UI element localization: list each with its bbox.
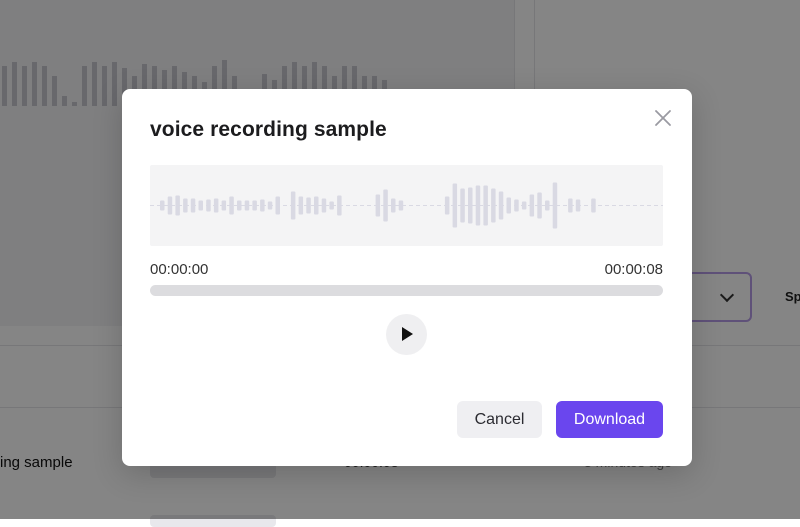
waveform-bar <box>167 196 173 215</box>
total-time: 00:00:08 <box>604 261 663 278</box>
waveform-bar <box>468 187 473 224</box>
waveform-bar <box>452 183 458 228</box>
waveform-bar <box>298 196 304 215</box>
waveform-bar <box>337 195 342 216</box>
waveform-bar <box>206 199 211 212</box>
waveform-bar <box>591 198 596 213</box>
waveform-bar <box>252 200 257 211</box>
waveform-bar <box>383 189 388 222</box>
waveform-bar <box>498 191 504 220</box>
waveform-bar <box>321 198 327 213</box>
waveform-bar <box>444 196 450 215</box>
waveform-bar <box>514 199 519 212</box>
waveform-bar <box>244 200 250 211</box>
download-button[interactable]: Download <box>556 401 663 438</box>
waveform-bar <box>175 195 180 216</box>
waveform-bar <box>552 182 558 229</box>
waveform-bar <box>221 200 227 211</box>
waveform-bar <box>460 188 465 223</box>
download-dialog: voice recording sample 00:00:00 00:00:08… <box>122 89 692 466</box>
waveform-bar <box>506 197 511 214</box>
waveform-bar <box>391 198 396 213</box>
waveform-bar <box>229 196 234 215</box>
waveform-bar <box>575 199 581 212</box>
dialog-title: voice recording sample <box>150 118 387 141</box>
waveform-bar <box>475 185 481 226</box>
waveform-bar <box>329 201 334 210</box>
waveform-bar <box>491 188 496 223</box>
playback-progress-bar[interactable] <box>150 285 663 296</box>
waveform-bar <box>521 201 527 210</box>
waveform-bar <box>183 198 188 213</box>
waveform-bar <box>375 194 381 217</box>
waveform-bar <box>237 200 242 211</box>
waveform-bar <box>545 200 550 211</box>
cancel-button[interactable]: Cancel <box>457 401 542 438</box>
waveform-graphic <box>150 182 663 229</box>
waveform-bar <box>160 200 165 211</box>
waveform-bar <box>398 200 404 211</box>
waveform-bar <box>529 194 535 217</box>
audio-waveform[interactable] <box>150 165 663 246</box>
close-icon <box>655 110 671 126</box>
waveform-bar <box>306 197 311 214</box>
close-button[interactable] <box>650 105 676 131</box>
waveform-bar <box>267 201 273 210</box>
waveform-bar <box>275 196 280 215</box>
waveform-bar <box>213 198 219 213</box>
play-button[interactable] <box>386 314 427 355</box>
waveform-bar <box>260 199 265 212</box>
waveform-bar <box>568 198 573 213</box>
waveform-bar <box>314 196 319 215</box>
waveform-bar <box>290 191 296 220</box>
waveform-bar <box>198 200 203 211</box>
waveform-bar <box>483 185 488 226</box>
current-time: 00:00:00 <box>150 261 209 278</box>
play-icon <box>402 327 413 341</box>
waveform-bar <box>537 192 542 219</box>
waveform-bar <box>190 198 196 213</box>
